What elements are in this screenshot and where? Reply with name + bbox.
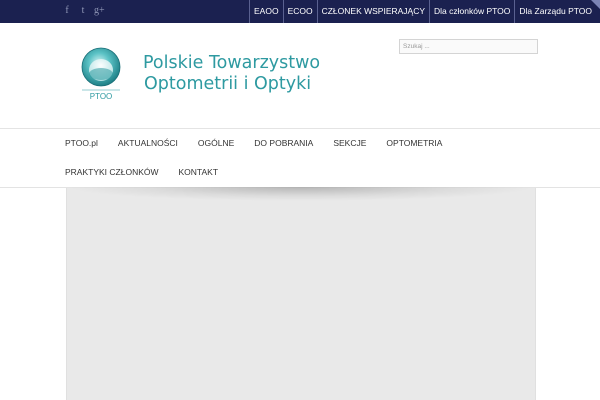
- nav-item-general[interactable]: OGÓLNE: [188, 129, 244, 158]
- google-plus-icon[interactable]: g+: [94, 4, 105, 18]
- nav-item-ptoo[interactable]: PTOO.pl: [55, 129, 108, 158]
- facebook-icon[interactable]: f: [62, 4, 72, 18]
- top-bar: f t g+ EAOO ECOO CZŁONEK WSPIERAJĄCY Dla…: [0, 0, 600, 23]
- nav-item-news[interactable]: AKTUALNOŚCI: [108, 129, 188, 158]
- nav-item-downloads[interactable]: DO POBRANIA: [244, 129, 323, 158]
- corner-fold: [591, 0, 600, 9]
- site-title-line1: Polskie Towarzystwo: [143, 53, 321, 73]
- site-header: PTOO Polskie Towarzystwo Optometrii i Op…: [0, 23, 600, 129]
- twitter-icon[interactable]: t: [78, 4, 88, 18]
- nav-item-contact[interactable]: KONTAKT: [169, 158, 229, 187]
- nav-item-sections[interactable]: SEKCJE: [323, 129, 376, 158]
- logo-text: PTOO: [90, 92, 113, 101]
- top-link-board[interactable]: Dla Zarządu PTOO: [514, 0, 600, 23]
- top-link-supporting-member[interactable]: CZŁONEK WSPIERAJĄCY: [316, 0, 429, 23]
- nav-row-2: PRAKTYKI CZŁONKÓW KONTAKT: [55, 158, 228, 187]
- top-link-eaoo[interactable]: EAOO: [249, 0, 283, 23]
- top-link-members[interactable]: Dla członków PTOO: [429, 0, 514, 23]
- search-input[interactable]: [399, 39, 538, 54]
- ptoo-logo-icon[interactable]: PTOO: [76, 47, 126, 107]
- nav-item-member-practices[interactable]: PRAKTYKI CZŁONKÓW: [55, 158, 169, 187]
- top-link-ecoo[interactable]: ECOO: [282, 0, 317, 23]
- social-links: f t g+: [62, 4, 104, 18]
- content-area: [66, 188, 536, 400]
- site-title-line2: Optometrii i Optyki: [144, 74, 312, 94]
- nav-item-optometry[interactable]: OPTOMETRIA: [376, 129, 452, 158]
- site-title[interactable]: Polskie Towarzystwo Optometrii i Optyki: [143, 53, 320, 95]
- nav-row-1: PTOO.pl AKTUALNOŚCI OGÓLNE DO POBRANIA S…: [55, 129, 452, 158]
- top-links: EAOO ECOO CZŁONEK WSPIERAJĄCY Dla członk…: [249, 0, 600, 23]
- main-nav: PTOO.pl AKTUALNOŚCI OGÓLNE DO POBRANIA S…: [0, 129, 600, 188]
